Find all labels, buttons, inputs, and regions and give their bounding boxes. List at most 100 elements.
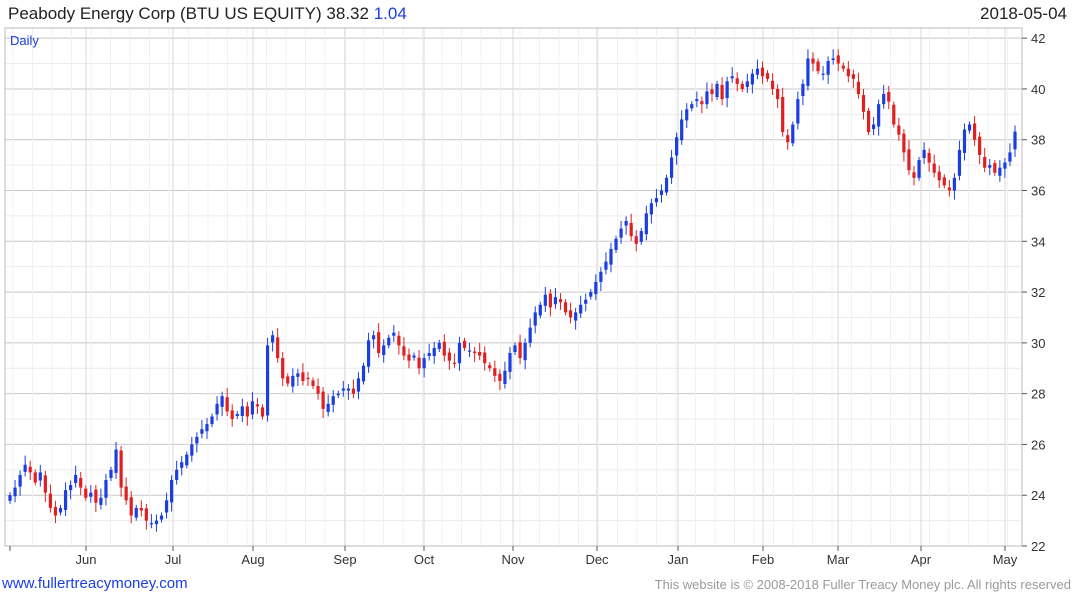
candle-body (99, 497, 103, 505)
candle-body (498, 373, 502, 381)
candle-body (685, 109, 689, 121)
candle (134, 504, 138, 521)
candle (952, 173, 956, 200)
candle (296, 368, 300, 387)
candle-body (927, 152, 931, 163)
candle-body (387, 337, 391, 346)
candle-body (432, 347, 436, 357)
candle (281, 352, 285, 387)
candle (912, 166, 916, 186)
candle (669, 149, 674, 184)
y-tick-label: 40 (1031, 82, 1045, 97)
candle-body (104, 479, 108, 498)
candle (255, 398, 260, 414)
candle (781, 87, 785, 137)
x-tick-label: Oct (414, 552, 435, 567)
candle (589, 289, 593, 300)
candle-body (175, 469, 179, 480)
candle-body (341, 388, 345, 391)
grid-lines (5, 28, 1022, 547)
candle (700, 96, 704, 114)
y-tick-label: 24 (1031, 488, 1045, 503)
candle-body (770, 80, 775, 89)
candle-body (462, 340, 467, 348)
candle (447, 347, 451, 370)
candle (902, 129, 906, 162)
candle-body (715, 83, 719, 98)
candle-body (311, 380, 315, 387)
candle-body (836, 55, 840, 64)
candle (321, 387, 325, 419)
candle-body (599, 271, 603, 282)
candle (725, 76, 729, 108)
candle (53, 500, 58, 524)
y-tick-label: 42 (1031, 31, 1045, 46)
candle (861, 88, 866, 120)
site-link[interactable]: www.fullertreacymoney.com (2, 575, 188, 592)
candle (220, 391, 224, 416)
y-tick-label: 36 (1031, 184, 1045, 199)
candle-body (654, 198, 659, 203)
candle-body (144, 508, 148, 521)
candle-body (932, 163, 936, 173)
candle (291, 368, 295, 393)
candle (422, 353, 426, 378)
candle (877, 99, 881, 136)
candle-body (861, 95, 866, 112)
candle-body (574, 312, 578, 321)
candle-body (48, 493, 53, 508)
candle-body (356, 378, 361, 392)
candle (28, 460, 32, 480)
candle-body (922, 149, 926, 159)
candle-body (725, 81, 729, 99)
x-tick-label: Aug (241, 552, 264, 567)
candle (664, 174, 669, 196)
candle-body (614, 238, 618, 250)
candle (533, 306, 537, 334)
candle (427, 343, 431, 361)
candle (851, 69, 855, 88)
candle-body (851, 74, 855, 79)
candle-body (649, 203, 653, 215)
candle-body (644, 213, 648, 235)
candle-body (43, 475, 47, 493)
x-tick-label: Mar (827, 552, 850, 567)
candle (377, 323, 381, 358)
candle (730, 67, 734, 83)
candle-body (427, 353, 431, 357)
candle (351, 379, 356, 399)
candle-body (185, 454, 189, 466)
x-tick-label: Jan (668, 552, 689, 567)
x-tick-label: Jun (76, 552, 97, 567)
candle (619, 220, 623, 244)
candle (745, 73, 749, 94)
candle-body (856, 81, 861, 95)
candle-body (619, 228, 623, 238)
candle (493, 360, 497, 382)
candle (58, 504, 63, 516)
candle (437, 339, 441, 353)
candle (361, 362, 366, 385)
candle (210, 413, 214, 428)
candle (271, 330, 275, 352)
candle-body (755, 68, 760, 75)
candle (871, 116, 876, 136)
candle (74, 465, 78, 488)
candle-body (159, 515, 164, 520)
candle-body (786, 135, 790, 143)
candle (690, 101, 694, 112)
candle-body (8, 495, 12, 501)
candle-body (897, 125, 901, 135)
candle-body (998, 167, 1002, 176)
candle-body (467, 350, 472, 352)
candle-body (750, 73, 754, 85)
candle-body (215, 403, 219, 415)
candle (513, 342, 517, 356)
candle-body (271, 335, 275, 343)
x-tick-label: Jul (165, 552, 182, 567)
candle (8, 492, 12, 504)
y-tick-label: 38 (1031, 133, 1045, 148)
candle (624, 216, 628, 235)
candle-body (235, 413, 239, 416)
x-tick-label: Nov (501, 552, 525, 567)
